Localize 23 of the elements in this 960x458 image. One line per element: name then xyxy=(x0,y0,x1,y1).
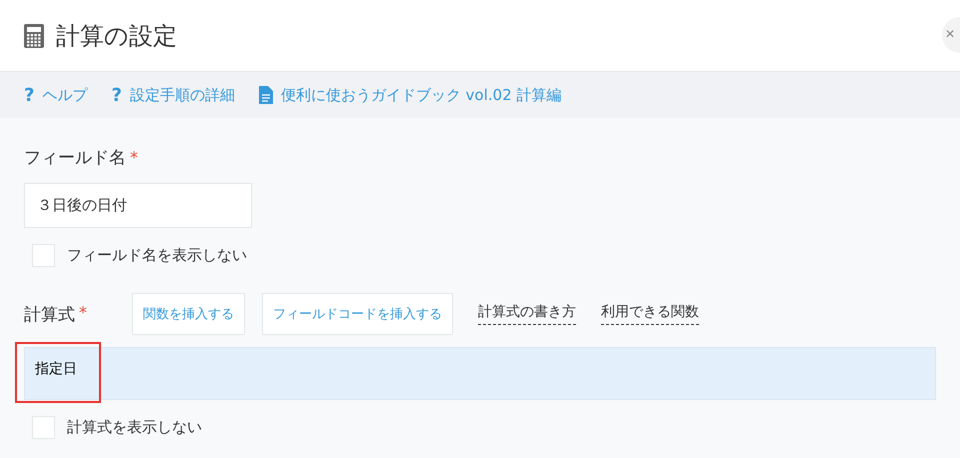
field-label: 計算式 xyxy=(24,304,75,326)
help-icon: ? xyxy=(111,84,122,106)
close-button[interactable]: × xyxy=(942,17,960,53)
help-link[interactable]: 計算式の書き方 xyxy=(478,303,576,325)
required-mark: * xyxy=(79,302,87,324)
help-icon: ? xyxy=(24,84,34,106)
checkbox[interactable] xyxy=(32,244,55,267)
checkbox-label: フィールド名を表示しない xyxy=(67,246,247,265)
help-link[interactable]: 利用できる関数 xyxy=(601,303,699,325)
checkbox[interactable] xyxy=(32,416,55,439)
required-mark: * xyxy=(130,148,138,167)
insert-button[interactable]: 関数を挿入する xyxy=(132,293,245,335)
document-icon xyxy=(258,86,273,104)
formula-field[interactable]: 指定日 xyxy=(24,347,936,400)
calculator-icon xyxy=(24,24,44,48)
help-link[interactable]: 便利に使おうガイドブック vol.02 計算編 xyxy=(258,86,562,104)
checkbox-label: 計算式を表示しない xyxy=(67,418,202,437)
dialog-title: 計算の設定 xyxy=(56,20,177,52)
help-link[interactable]: ? ヘルプ xyxy=(24,84,88,106)
field-label: フィールド名 xyxy=(24,147,126,169)
help-link[interactable]: ? 設定手順の詳細 xyxy=(111,84,235,106)
insert-button[interactable]: フィールドコードを挿入する xyxy=(262,293,453,335)
input-field[interactable]: ３日後の日付 xyxy=(24,183,252,228)
